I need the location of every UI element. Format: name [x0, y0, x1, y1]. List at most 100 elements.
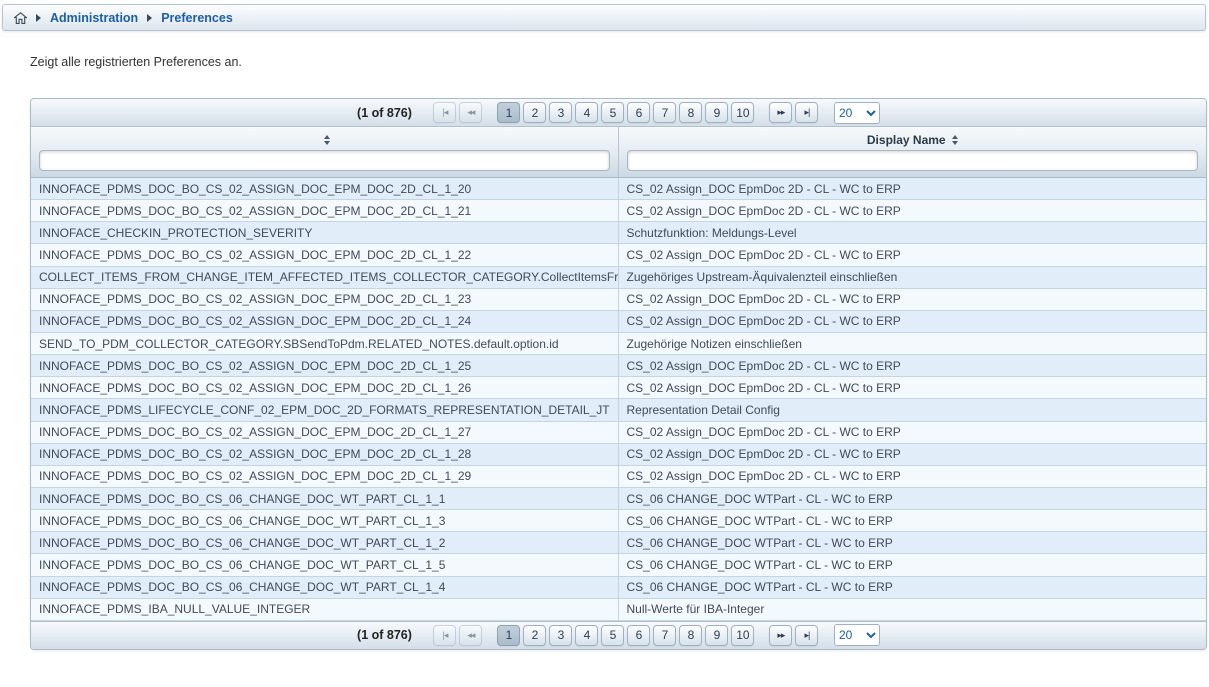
last-page-button[interactable]: ▸|: [795, 102, 818, 123]
cell-display-name: CS_02 Assign_DOC EpmDoc 2D - CL - WC to …: [619, 422, 1207, 443]
last-page-button[interactable]: ▸|: [795, 625, 818, 646]
page-button-7[interactable]: 7: [653, 102, 676, 123]
sort-icon[interactable]: [952, 135, 958, 145]
table-row[interactable]: INNOFACE_CHECKIN_PROTECTION_SEVERITYSchu…: [31, 222, 1206, 244]
breadcrumb-item-preferences[interactable]: Preferences: [161, 11, 233, 25]
cell-display-name: Representation Detail Config: [619, 399, 1207, 420]
table-row[interactable]: INNOFACE_PDMS_DOC_BO_CS_02_ASSIGN_DOC_EP…: [31, 244, 1206, 266]
page-button-2[interactable]: 2: [523, 625, 546, 646]
page-button-8[interactable]: 8: [679, 102, 702, 123]
prev-page-button[interactable]: ◂◂: [459, 625, 482, 646]
page-button-9[interactable]: 9: [705, 625, 728, 646]
page-button-3[interactable]: 3: [549, 102, 572, 123]
cell-display-name: CS_02 Assign_DOC EpmDoc 2D - CL - WC to …: [619, 244, 1207, 265]
table-row[interactable]: INNOFACE_PDMS_DOC_BO_CS_02_ASSIGN_DOC_EP…: [31, 422, 1206, 444]
cell-display-name: CS_02 Assign_DOC EpmDoc 2D - CL - WC to …: [619, 289, 1207, 310]
rows-per-page-select[interactable]: 20: [834, 624, 880, 646]
cell-display-name: CS_06 CHANGE_DOC WTPart - CL - WC to ERP: [619, 554, 1207, 575]
prev-page-button[interactable]: ◂◂: [459, 102, 482, 123]
page-button-4[interactable]: 4: [575, 625, 598, 646]
page-button-8[interactable]: 8: [679, 625, 702, 646]
seek-next-icon: ▸▸: [777, 631, 784, 640]
next-page-button[interactable]: ▸▸: [769, 625, 792, 646]
cell-preference-name: INNOFACE_PDMS_DOC_BO_CS_06_CHANGE_DOC_WT…: [31, 488, 619, 509]
cell-preference-name: INNOFACE_CHECKIN_PROTECTION_SEVERITY: [31, 222, 619, 243]
sort-icon[interactable]: [324, 135, 330, 145]
table-row[interactable]: SEND_TO_PDM_COLLECTOR_CATEGORY.SBSendToP…: [31, 333, 1206, 355]
cell-preference-name: INNOFACE_PDMS_DOC_BO_CS_02_ASSIGN_DOC_EP…: [31, 422, 619, 443]
table-body: INNOFACE_PDMS_DOC_BO_CS_02_ASSIGN_DOC_EP…: [31, 178, 1206, 621]
cell-preference-name: INNOFACE_PDMS_DOC_BO_CS_02_ASSIGN_DOC_EP…: [31, 311, 619, 332]
home-button[interactable]: [14, 12, 27, 24]
cell-display-name: Zugehöriges Upstream-Äquivalenzteil eins…: [619, 267, 1207, 288]
table-row[interactable]: INNOFACE_PDMS_DOC_BO_CS_02_ASSIGN_DOC_EP…: [31, 466, 1206, 488]
cell-preference-name: COLLECT_ITEMS_FROM_CHANGE_ITEM_AFFECTED_…: [31, 267, 619, 288]
first-page-button[interactable]: |◂: [433, 625, 456, 646]
page-button-1[interactable]: 1: [497, 625, 520, 646]
name-filter-input[interactable]: [39, 150, 610, 171]
page-list: 12345678910: [496, 102, 756, 123]
first-page-button[interactable]: |◂: [433, 102, 456, 123]
breadcrumb: Administration Preferences: [2, 4, 1206, 31]
column-header-display-name[interactable]: Display Name: [619, 127, 1207, 177]
table-row[interactable]: INNOFACE_PDMS_DOC_BO_CS_06_CHANGE_DOC_WT…: [31, 532, 1206, 554]
rows-per-page-select[interactable]: 20: [834, 102, 880, 124]
page-button-5[interactable]: 5: [601, 625, 624, 646]
page-button-10[interactable]: 10: [731, 625, 754, 646]
table-row[interactable]: COLLECT_ITEMS_FROM_CHANGE_ITEM_AFFECTED_…: [31, 267, 1206, 289]
seek-first-icon: |◂: [443, 108, 448, 117]
cell-display-name: Schutzfunktion: Meldungs-Level: [619, 222, 1207, 243]
seek-prev-icon: ◂◂: [467, 631, 474, 640]
page-list: 12345678910: [496, 625, 756, 646]
paginator-current-page-report: (1 of 876): [357, 628, 412, 642]
page-button-2[interactable]: 2: [523, 102, 546, 123]
breadcrumb-separator-icon: [36, 14, 41, 22]
table-row[interactable]: INNOFACE_PDMS_DOC_BO_CS_06_CHANGE_DOC_WT…: [31, 510, 1206, 532]
seek-next-icon: ▸▸: [777, 108, 784, 117]
page-button-5[interactable]: 5: [601, 102, 624, 123]
cell-display-name: CS_02 Assign_DOC EpmDoc 2D - CL - WC to …: [619, 311, 1207, 332]
cell-display-name: CS_02 Assign_DOC EpmDoc 2D - CL - WC to …: [619, 200, 1207, 221]
table-row[interactable]: INNOFACE_PDMS_LIFECYCLE_CONF_02_EPM_DOC_…: [31, 399, 1206, 421]
page-button-7[interactable]: 7: [653, 625, 676, 646]
table-row[interactable]: INNOFACE_PDMS_DOC_BO_CS_06_CHANGE_DOC_WT…: [31, 577, 1206, 599]
cell-preference-name: INNOFACE_PDMS_DOC_BO_CS_06_CHANGE_DOC_WT…: [31, 577, 619, 598]
display-name-filter-input[interactable]: [627, 150, 1199, 171]
table-row[interactable]: INNOFACE_PDMS_DOC_BO_CS_02_ASSIGN_DOC_EP…: [31, 355, 1206, 377]
table-row[interactable]: INNOFACE_PDMS_IBA_NULL_VALUE_INTEGERNull…: [31, 599, 1206, 621]
cell-preference-name: INNOFACE_PDMS_DOC_BO_CS_02_ASSIGN_DOC_EP…: [31, 466, 619, 487]
table-row[interactable]: INNOFACE_PDMS_DOC_BO_CS_06_CHANGE_DOC_WT…: [31, 554, 1206, 576]
column-header-name[interactable]: [31, 127, 619, 177]
page-button-10[interactable]: 10: [731, 102, 754, 123]
seek-last-icon: ▸|: [805, 631, 810, 640]
table-row[interactable]: INNOFACE_PDMS_DOC_BO_CS_02_ASSIGN_DOC_EP…: [31, 444, 1206, 466]
table-row[interactable]: INNOFACE_PDMS_DOC_BO_CS_02_ASSIGN_DOC_EP…: [31, 289, 1206, 311]
breadcrumb-item-administration[interactable]: Administration: [50, 11, 138, 25]
cell-display-name: Zugehörige Notizen einschließen: [619, 333, 1207, 354]
seek-first-icon: |◂: [443, 631, 448, 640]
page-button-3[interactable]: 3: [549, 625, 572, 646]
cell-preference-name: INNOFACE_PDMS_IBA_NULL_VALUE_INTEGER: [31, 599, 619, 620]
column-display-name-label: Display Name: [867, 133, 946, 147]
table-row[interactable]: INNOFACE_PDMS_DOC_BO_CS_02_ASSIGN_DOC_EP…: [31, 178, 1206, 200]
preferences-table: (1 of 876) |◂ ◂◂ 12345678910 ▸▸ ▸| 20: [30, 98, 1207, 650]
cell-display-name: CS_02 Assign_DOC EpmDoc 2D - CL - WC to …: [619, 178, 1207, 199]
paginator-current-page-report: (1 of 876): [357, 106, 412, 120]
page-button-1[interactable]: 1: [497, 102, 520, 123]
cell-preference-name: INNOFACE_PDMS_DOC_BO_CS_06_CHANGE_DOC_WT…: [31, 532, 619, 553]
table-row[interactable]: INNOFACE_PDMS_DOC_BO_CS_02_ASSIGN_DOC_EP…: [31, 377, 1206, 399]
paginator-bottom: (1 of 876) |◂ ◂◂ 12345678910 ▸▸ ▸| 20: [31, 621, 1206, 649]
next-page-button[interactable]: ▸▸: [769, 102, 792, 123]
cell-display-name: CS_06 CHANGE_DOC WTPart - CL - WC to ERP: [619, 510, 1207, 531]
cell-preference-name: INNOFACE_PDMS_DOC_BO_CS_02_ASSIGN_DOC_EP…: [31, 377, 619, 398]
cell-display-name: CS_02 Assign_DOC EpmDoc 2D - CL - WC to …: [619, 377, 1207, 398]
table-header: Display Name: [31, 127, 1206, 178]
page-button-6[interactable]: 6: [627, 102, 650, 123]
page-button-9[interactable]: 9: [705, 102, 728, 123]
table-row[interactable]: INNOFACE_PDMS_DOC_BO_CS_02_ASSIGN_DOC_EP…: [31, 200, 1206, 222]
page-button-6[interactable]: 6: [627, 625, 650, 646]
table-row[interactable]: INNOFACE_PDMS_DOC_BO_CS_02_ASSIGN_DOC_EP…: [31, 311, 1206, 333]
table-row[interactable]: INNOFACE_PDMS_DOC_BO_CS_06_CHANGE_DOC_WT…: [31, 488, 1206, 510]
breadcrumb-separator-icon: [147, 14, 152, 22]
page-button-4[interactable]: 4: [575, 102, 598, 123]
